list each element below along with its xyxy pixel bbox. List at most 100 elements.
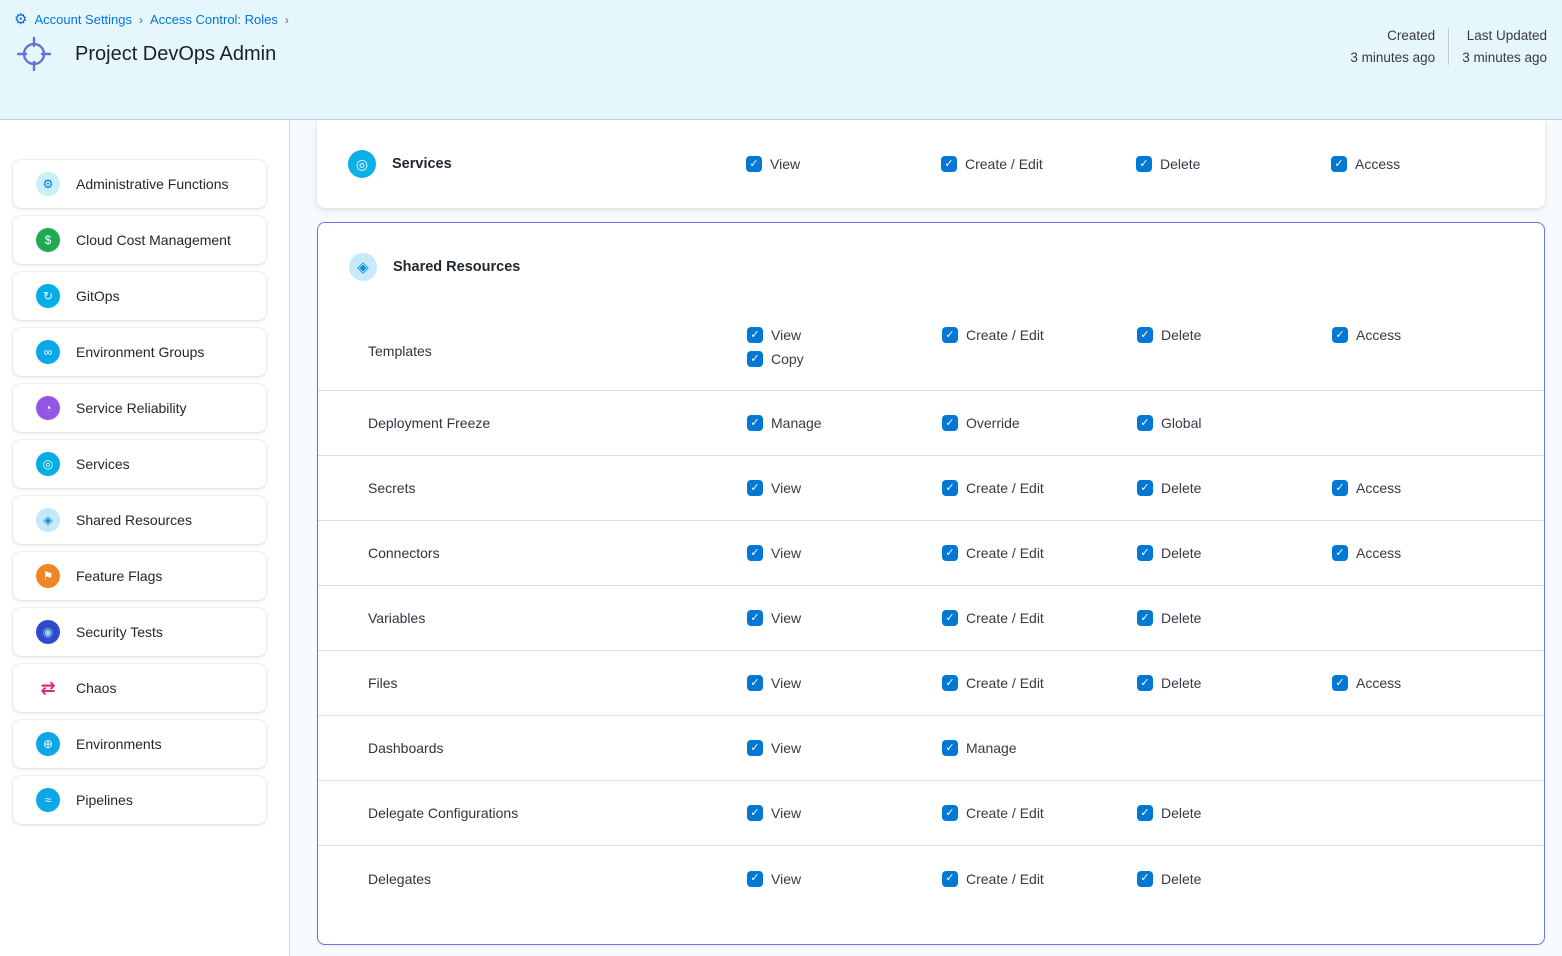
breadcrumb-link-access-control-roles[interactable]: Access Control: Roles (150, 12, 278, 27)
sidebar-item-label: Cloud Cost Management (76, 232, 231, 248)
last-updated-label: Last Updated (1462, 28, 1547, 43)
permission-create-edit[interactable]: ✓Create / Edit (942, 327, 1044, 343)
checkbox-checked-icon[interactable]: ✓ (747, 610, 763, 626)
permission-create-edit[interactable]: ✓Create / Edit (942, 871, 1044, 887)
checkbox-checked-icon[interactable]: ✓ (942, 480, 958, 496)
resource-row-label: Delegates (368, 871, 747, 887)
permission-create-edit[interactable]: ✓Create / Edit (942, 610, 1044, 626)
permission-create-edit[interactable]: ✓Create / Edit (942, 480, 1044, 496)
permission-delete[interactable]: ✓Delete (1136, 156, 1200, 172)
permission-view[interactable]: ✓View (747, 805, 801, 821)
sidebar-item-chaos[interactable]: ⇄Chaos (13, 664, 266, 712)
permission-delete[interactable]: ✓Delete (1137, 545, 1201, 561)
services-card-header: ◎ Services (348, 150, 746, 178)
permission-view[interactable]: ✓View (746, 156, 800, 172)
sidebar-item-gitops[interactable]: ↻GitOps (13, 272, 266, 320)
sidebar-item-environments[interactable]: ⊕Environments (13, 720, 266, 768)
sidebar-item-pipelines[interactable]: ≈Pipelines (13, 776, 266, 824)
permission-access[interactable]: ✓Access (1332, 480, 1401, 496)
checkbox-checked-icon[interactable]: ✓ (942, 675, 958, 691)
checkbox-checked-icon[interactable]: ✓ (942, 610, 958, 626)
last-updated-value: 3 minutes ago (1462, 50, 1547, 65)
permission-delete[interactable]: ✓Delete (1137, 675, 1201, 691)
permission-delete[interactable]: ✓Delete (1137, 480, 1201, 496)
checkbox-checked-icon[interactable]: ✓ (1332, 480, 1348, 496)
sidebar-item-feature-flags[interactable]: ⚑Feature Flags (13, 552, 266, 600)
breadcrumb-link-account-settings[interactable]: Account Settings (34, 12, 132, 27)
permission-create-edit[interactable]: ✓ Create / Edit (942, 805, 1044, 821)
permission-view[interactable]: ✓View (747, 740, 801, 756)
permission-access[interactable]: ✓Access (1332, 327, 1401, 343)
checkbox-checked-icon[interactable]: ✓ (942, 415, 958, 431)
sidebar-item-environment-groups[interactable]: ∞Environment Groups (13, 328, 266, 376)
permission-create-edit[interactable]: ✓ Create / Edit (941, 156, 1043, 172)
permission-column: ✓Create / Edit (942, 545, 1137, 561)
shared-resources-card-title: Shared Resources (393, 259, 520, 275)
checkbox-checked-icon[interactable]: ✓ (747, 675, 763, 691)
sidebar-item-services[interactable]: ◎Services (13, 440, 266, 488)
permission-view[interactable]: ✓View (747, 545, 801, 561)
checkbox-checked-icon[interactable]: ✓ (1137, 480, 1153, 496)
checkbox-checked-icon[interactable]: ✓ (1137, 805, 1153, 821)
checkbox-checked-icon[interactable]: ✓ (1137, 545, 1153, 561)
checkbox-checked-icon[interactable]: ✓ (1332, 327, 1348, 343)
permission-access[interactable]: ✓Access (1331, 156, 1400, 172)
checkbox-checked-icon[interactable]: ✓ (747, 351, 763, 367)
checkbox-checked-icon[interactable]: ✓ (747, 805, 763, 821)
checkbox-checked-icon[interactable]: ✓ (942, 327, 958, 343)
permission-copy[interactable]: ✓Copy (747, 351, 804, 367)
checkbox-checked-icon[interactable]: ✓ (1137, 610, 1153, 626)
permission-label: Create / Edit (965, 156, 1043, 172)
checkbox-checked-icon[interactable]: ✓ (747, 327, 763, 343)
checkbox-checked-icon[interactable]: ✓ (747, 871, 763, 887)
checkbox-checked-icon[interactable]: ✓ (1332, 545, 1348, 561)
checkbox-checked-icon[interactable]: ✓ (1137, 675, 1153, 691)
permission-delete[interactable]: ✓Delete (1137, 871, 1201, 887)
permission-view[interactable]: ✓View (747, 480, 801, 496)
checkbox-checked-icon[interactable]: ✓ (942, 871, 958, 887)
sidebar-item-service-reliability[interactable]: ◔Service Reliability (13, 384, 266, 432)
checkbox-checked-icon[interactable]: ✓ (747, 740, 763, 756)
checkbox-checked-icon[interactable]: ✓ (1137, 415, 1153, 431)
permission-view[interactable]: ✓View (747, 327, 801, 343)
permission-column: ✓Manage (747, 415, 942, 431)
sidebar-item-shared-resources[interactable]: ◈Shared Resources (13, 496, 266, 544)
checkbox-checked-icon[interactable]: ✓ (942, 805, 958, 821)
permission-override[interactable]: ✓Override (942, 415, 1020, 431)
permission-global[interactable]: ✓Global (1137, 415, 1201, 431)
permission-view[interactable]: ✓View (747, 871, 801, 887)
sidebar-item-administrative-functions[interactable]: ⚙Administrative Functions (13, 160, 266, 208)
checkbox-checked-icon[interactable]: ✓ (1136, 156, 1152, 172)
checkbox-checked-icon[interactable]: ✓ (941, 156, 957, 172)
checkbox-checked-icon[interactable]: ✓ (747, 480, 763, 496)
checkbox-checked-icon[interactable]: ✓ (1137, 327, 1153, 343)
permission-manage[interactable]: ✓Manage (747, 415, 822, 431)
permission-create-edit[interactable]: ✓Create / Edit (942, 675, 1044, 691)
permission-column: ✓View (747, 740, 942, 756)
sidebar-item-security-tests[interactable]: ◉Security Tests (13, 608, 266, 656)
permission-access[interactable]: ✓Access (1332, 545, 1401, 561)
checkbox-checked-icon[interactable]: ✓ (942, 545, 958, 561)
permission-delete[interactable]: ✓Delete (1137, 805, 1201, 821)
permission-view[interactable]: ✓ View (747, 675, 801, 691)
permission-delete[interactable]: ✓Delete (1137, 610, 1201, 626)
pipelines-icon: ≈ (36, 788, 60, 812)
permission-view[interactable]: ✓View (747, 610, 801, 626)
resource-row-dashboards: Dashboards✓View✓Manage (318, 716, 1544, 781)
checkbox-checked-icon[interactable]: ✓ (1332, 675, 1348, 691)
checkbox-checked-icon[interactable]: ✓ (747, 545, 763, 561)
permission-label: View (771, 675, 801, 691)
permission-label: Access (1356, 675, 1401, 691)
checkbox-checked-icon[interactable]: ✓ (1137, 871, 1153, 887)
checkbox-checked-icon[interactable]: ✓ (942, 740, 958, 756)
permission-label: Create / Edit (966, 805, 1044, 821)
checkbox-checked-icon[interactable]: ✓ (747, 415, 763, 431)
permission-delete[interactable]: ✓Delete (1137, 327, 1201, 343)
checkbox-checked-icon[interactable]: ✓ (1331, 156, 1347, 172)
checkbox-checked-icon[interactable]: ✓ (746, 156, 762, 172)
sidebar-item-cloud-cost-management[interactable]: $Cloud Cost Management (13, 216, 266, 264)
permission-access[interactable]: ✓ Access (1332, 675, 1401, 691)
permission-manage[interactable]: ✓Manage (942, 740, 1017, 756)
permission-column: ✓Access (1331, 156, 1545, 172)
permission-create-edit[interactable]: ✓Create / Edit (942, 545, 1044, 561)
